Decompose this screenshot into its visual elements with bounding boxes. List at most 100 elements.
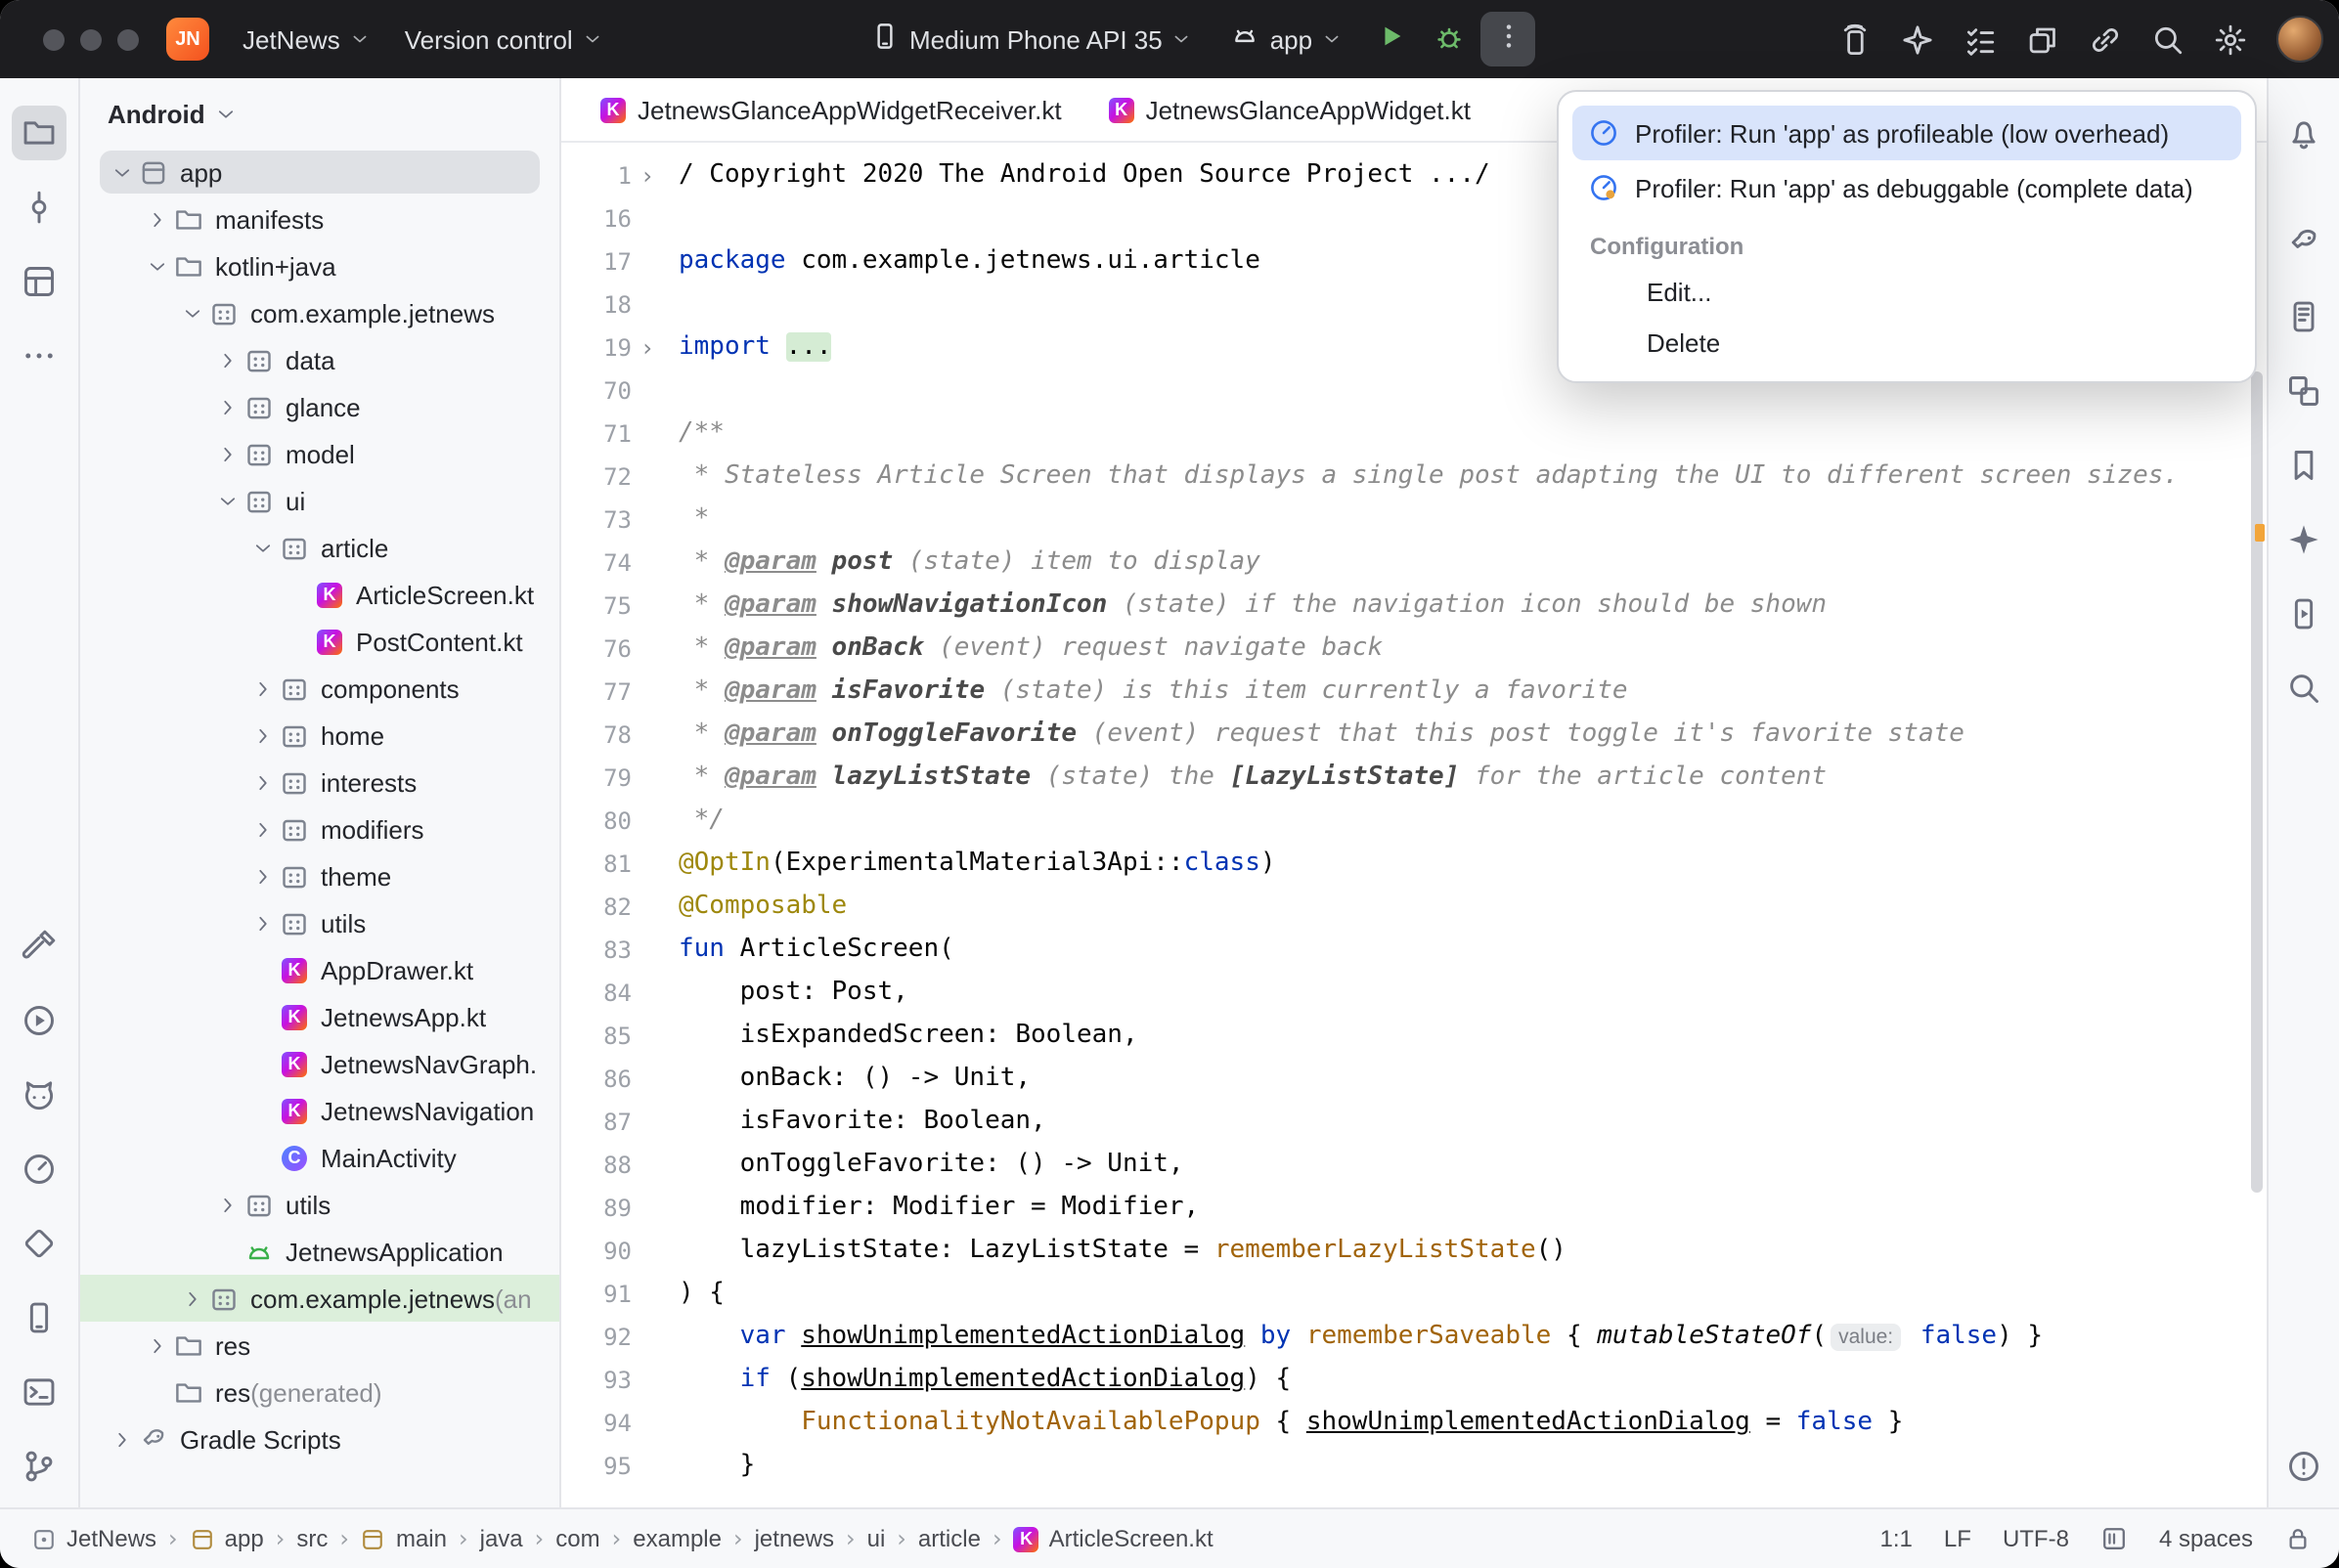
build-tool-button[interactable] xyxy=(12,919,66,974)
project-view-selector[interactable]: Android xyxy=(80,78,559,149)
tree-row-com-example-jetnews[interactable]: com.example.jetnews xyxy=(80,289,559,336)
breadcrumb-main[interactable]: main xyxy=(357,1525,451,1552)
tree-row-theme[interactable]: theme xyxy=(80,852,559,899)
settings-button[interactable] xyxy=(2202,12,2257,66)
tree-chevron[interactable] xyxy=(248,677,278,699)
project-tool-button[interactable] xyxy=(12,106,66,160)
code-line-76[interactable]: 76 * @param onBack (event) request navig… xyxy=(561,628,2267,671)
zoom-window-button[interactable] xyxy=(117,28,139,50)
popup-item-profiler-run-app-as-profileable-low-overhead[interactable]: Profiler: Run 'app' as profileable (low … xyxy=(1572,106,2241,160)
tree-row-jetnewsapp-kt[interactable]: KJetnewsApp.kt xyxy=(80,993,559,1040)
todo-list-button[interactable] xyxy=(1952,12,2007,66)
tree-chevron[interactable] xyxy=(248,771,278,793)
notifications-tool-button[interactable] xyxy=(2276,106,2331,160)
tree-chevron[interactable] xyxy=(248,537,278,558)
gemini-button[interactable] xyxy=(1889,12,1944,66)
breadcrumb-src[interactable]: src xyxy=(292,1525,331,1552)
device-streaming-button[interactable] xyxy=(1827,12,1881,66)
code-line-74[interactable]: 74 * @param post (state) item to display xyxy=(561,542,2267,585)
code-line-91[interactable]: 91) { xyxy=(561,1273,2267,1316)
tree-row-home[interactable]: home xyxy=(80,712,559,759)
code-line-72[interactable]: 72 * Stateless Article Screen that displ… xyxy=(561,456,2267,499)
structure-tool-button[interactable] xyxy=(12,254,66,309)
tree-row-res[interactable]: res xyxy=(80,1322,559,1369)
tree-chevron[interactable] xyxy=(108,161,137,183)
tree-row-manifests[interactable]: manifests xyxy=(80,196,559,242)
popup-action-delete[interactable]: Delete xyxy=(1559,317,2255,368)
code-with-me-button[interactable] xyxy=(2077,12,2132,66)
indent-style-icon[interactable] xyxy=(2100,1525,2128,1552)
popup-item-profiler-run-app-as-debuggable-complete-data[interactable]: Profiler: Run 'app' as debuggable (compl… xyxy=(1572,160,2241,215)
run-tool-tool-button[interactable] xyxy=(12,993,66,1048)
run-configuration-selector[interactable]: app xyxy=(1214,12,1359,66)
code-line-84[interactable]: 84 post: Post, xyxy=(561,972,2267,1015)
breadcrumb-article[interactable]: article xyxy=(914,1525,985,1552)
more-run-options-button[interactable] xyxy=(1480,12,1535,66)
tree-row-jetnewsapplication[interactable]: JetnewsApplication xyxy=(80,1228,559,1275)
code-line-75[interactable]: 75 * @param showNavigationIcon (state) i… xyxy=(561,585,2267,628)
terminal-tool-button[interactable] xyxy=(12,1365,66,1419)
code-line-78[interactable]: 78 * @param onToggleFavorite (event) req… xyxy=(561,714,2267,757)
tree-row-data[interactable]: data xyxy=(80,336,559,383)
code-line-79[interactable]: 79 * @param lazyListState (state) the [L… xyxy=(561,757,2267,800)
tree-chevron[interactable] xyxy=(213,396,243,417)
code-line-87[interactable]: 87 isFavorite: Boolean, xyxy=(561,1101,2267,1144)
code-line-77[interactable]: 77 * @param isFavorite (state) is this i… xyxy=(561,671,2267,714)
close-window-button[interactable] xyxy=(43,28,65,50)
code-line-93[interactable]: 93 if (showUnimplementedActionDialog) { xyxy=(561,1359,2267,1402)
code-line-81[interactable]: 81@OptIn(ExperimentalMaterial3Api::class… xyxy=(561,843,2267,886)
logcat-tool-button[interactable] xyxy=(12,1067,66,1122)
tab-jetnewsglanceappwidgetreceiver-kt[interactable]: KJetnewsGlanceAppWidgetReceiver.kt xyxy=(577,78,1085,141)
breadcrumb-java[interactable]: java xyxy=(476,1525,527,1552)
editor-scrollbar[interactable] xyxy=(2251,371,2263,1193)
profiler-tool-button[interactable] xyxy=(12,1142,66,1197)
code-line-88[interactable]: 88 onToggleFavorite: () -> Unit, xyxy=(561,1144,2267,1187)
fold-marker[interactable]: › xyxy=(632,327,663,370)
running-devices-tool-button[interactable] xyxy=(2276,587,2331,641)
fold-marker[interactable]: › xyxy=(632,154,663,197)
run-button[interactable] xyxy=(1363,12,1418,66)
tree-chevron[interactable] xyxy=(213,1194,243,1215)
encoding-widget[interactable]: UTF-8 xyxy=(2003,1525,2069,1552)
code-line-95[interactable]: 95 } xyxy=(561,1445,2267,1488)
breadcrumb-ui[interactable]: ui xyxy=(863,1525,890,1552)
code-line-85[interactable]: 85 isExpandedScreen: Boolean, xyxy=(561,1015,2267,1058)
code-line-82[interactable]: 82@Composable xyxy=(561,886,2267,929)
tree-chevron[interactable] xyxy=(248,724,278,746)
tree-row-glance[interactable]: glance xyxy=(80,383,559,430)
device-explorer-tool-button[interactable] xyxy=(2276,289,2331,344)
tree-chevron[interactable] xyxy=(178,1287,207,1309)
tree-chevron[interactable] xyxy=(108,1428,137,1450)
tree-row-res-generated[interactable]: res (generated) xyxy=(80,1369,559,1416)
version-control-menu[interactable]: Version control xyxy=(387,12,620,66)
tree-row-modifiers[interactable]: modifiers xyxy=(80,806,559,852)
line-separator-widget[interactable]: LF xyxy=(1944,1525,1971,1552)
tree-chevron[interactable] xyxy=(213,443,243,464)
indent-widget[interactable]: 4 spaces xyxy=(2159,1525,2253,1552)
tree-chevron[interactable] xyxy=(213,490,243,511)
tree-row-utils[interactable]: utils xyxy=(80,899,559,946)
tree-row-jetnewsnavigation[interactable]: KJetnewsNavigation xyxy=(80,1087,559,1134)
code-line-86[interactable]: 86 onBack: () -> Unit, xyxy=(561,1058,2267,1101)
plugins-button[interactable] xyxy=(2014,12,2069,66)
tree-row-kotlin-java[interactable]: kotlin+java xyxy=(80,242,559,289)
app-inspection-tool-button[interactable] xyxy=(12,1216,66,1271)
code-line-80[interactable]: 80 */ xyxy=(561,800,2267,843)
tree-row-com-example-jetnews-an[interactable]: com.example.jetnews (an xyxy=(80,1275,559,1322)
breadcrumb-com[interactable]: com xyxy=(552,1525,603,1552)
problems-tool-button[interactable] xyxy=(2276,1439,2331,1494)
tree-chevron[interactable] xyxy=(143,208,172,230)
commit-tool-button[interactable] xyxy=(12,180,66,235)
tree-chevron[interactable] xyxy=(178,302,207,324)
tree-row-article[interactable]: article xyxy=(80,524,559,571)
minimize-window-button[interactable] xyxy=(80,28,102,50)
write-access-icon[interactable] xyxy=(2284,1525,2312,1552)
project-menu[interactable]: JetNews xyxy=(225,12,387,66)
code-line-92[interactable]: 92 var showUnimplementedActionDialog by … xyxy=(561,1316,2267,1359)
device-manager-tool-button[interactable] xyxy=(12,1290,66,1345)
code-line-73[interactable]: 73 * xyxy=(561,499,2267,542)
tree-chevron[interactable] xyxy=(248,912,278,934)
code-line-94[interactable]: 94 FunctionalityNotAvailablePopup { show… xyxy=(561,1402,2267,1445)
tree-row-jetnewsnavgraph[interactable]: KJetnewsNavGraph. xyxy=(80,1040,559,1087)
find-tool-button[interactable] xyxy=(2276,661,2331,716)
